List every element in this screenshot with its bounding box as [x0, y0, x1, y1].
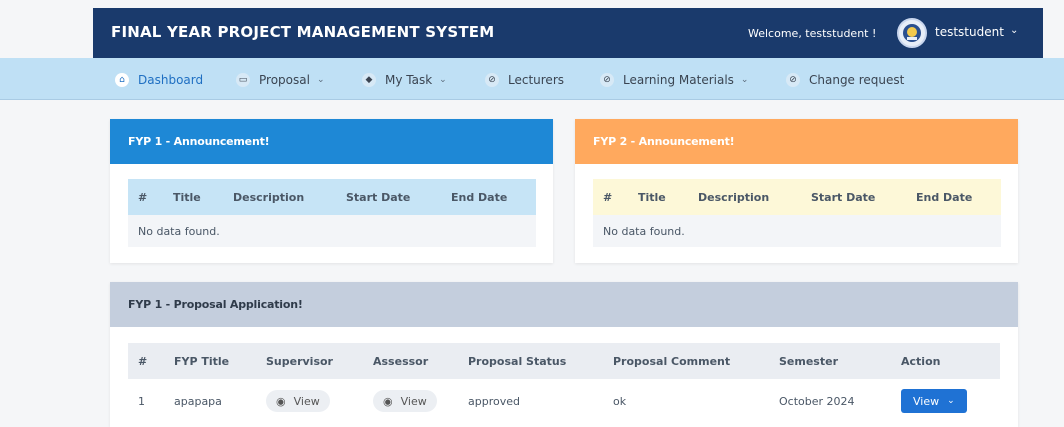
proposal-status-cell: approved — [468, 394, 520, 408]
view-supervisor-button[interactable]: ◉ View — [266, 390, 330, 412]
nav-item-label: Learning Materials — [623, 73, 734, 87]
chevron-down-icon: ⌄ — [439, 75, 447, 85]
eye-icon: ◉ — [276, 394, 286, 408]
col-header: Supervisor — [266, 354, 333, 368]
chevron-down-icon: ⌄ — [316, 75, 325, 85]
view-action-label: View — [913, 394, 940, 408]
nav-item-label: My Task — [385, 73, 433, 87]
card-title: FYP 1 - Proposal Application! — [110, 282, 1018, 327]
assessor-cell: ◉ View — [363, 379, 458, 423]
empty-message: No data found. — [603, 224, 685, 238]
action-cell: View ⌄ — [891, 379, 1000, 423]
col-header: # — [138, 190, 148, 204]
col-header: Title — [638, 190, 666, 204]
chevron-down-icon: ⌄ — [740, 75, 749, 85]
nav-item-label: Lecturers — [508, 73, 565, 87]
nav-item-label: Change request — [809, 73, 905, 87]
proposal-application-card: FYP 1 - Proposal Application! # FYP Titl… — [110, 282, 1018, 427]
col-header: FYP Title — [174, 354, 230, 368]
diamond-icon: ◆ — [362, 73, 376, 87]
supervisor-cell: ◉ View — [256, 379, 363, 423]
col-header: Description — [698, 190, 770, 204]
nav-item-learning-materials[interactable]: ⊘ Learning Materials ⌄ — [600, 71, 748, 89]
view-action-button[interactable]: View ⌄ — [901, 389, 967, 413]
col-header: Semester — [779, 354, 838, 368]
nav-item-my-task[interactable]: ◆ My Task ⌄ — [362, 71, 447, 89]
card-title: FYP 2 - Announcement! — [575, 119, 1018, 164]
table-row: 1 apapapa ◉ View ◉ View approved ok Octo… — [128, 379, 1000, 423]
table-row: No data found. — [593, 215, 1001, 247]
compass-icon: ⊘ — [786, 73, 800, 87]
app-title: FINAL YEAR PROJECT MANAGEMENT SYSTEM — [111, 23, 495, 41]
avatar-emblem-icon — [903, 24, 921, 42]
row-number: 1 — [138, 394, 145, 408]
col-header: Start Date — [811, 190, 876, 204]
nav-item-label: Proposal — [259, 73, 310, 87]
compass-icon: ⊘ — [485, 73, 499, 87]
table-row: No data found. — [128, 215, 536, 247]
view-assessor-button[interactable]: ◉ View — [373, 390, 437, 412]
card-title: FYP 1 - Announcement! — [110, 119, 553, 164]
col-header: End Date — [451, 190, 508, 204]
col-header: End Date — [916, 190, 973, 204]
col-header: # — [138, 354, 148, 368]
fyp2-announcement-card: FYP 2 - Announcement! # Title Descriptio… — [575, 119, 1018, 263]
user-menu-name[interactable]: teststudent — [935, 25, 1004, 39]
col-header: Start Date — [346, 190, 411, 204]
announcement-table: # Title Description Start Date End Date … — [128, 179, 536, 247]
table-header-row: # FYP Title Supervisor Assessor Proposal… — [128, 343, 1000, 379]
compass-icon: ⊘ — [600, 73, 614, 87]
col-header: Description — [233, 190, 305, 204]
nav-item-label: Dashboard — [138, 73, 204, 87]
chevron-down-icon: ⌄ — [947, 396, 955, 406]
view-label: View — [293, 394, 320, 408]
col-header: Assessor — [373, 354, 429, 368]
col-header: Proposal Status — [468, 354, 567, 368]
col-header: Action — [901, 354, 941, 368]
empty-message: No data found. — [138, 224, 220, 238]
nav-item-dashboard[interactable]: ⌂ Dashboard — [115, 71, 203, 89]
nav-item-lecturers[interactable]: ⊘ Lecturers — [485, 71, 564, 89]
view-label: View — [400, 394, 427, 408]
main-nav: ⌂ Dashboard ▭ Proposal ⌄ ◆ My Task ⌄ ⊘ L… — [0, 58, 1064, 100]
announcement-table: # Title Description Start Date End Date … — [593, 179, 1001, 247]
semester-cell: October 2024 — [779, 394, 855, 408]
proposal-comment-cell: ok — [613, 394, 627, 408]
top-header-bar: FINAL YEAR PROJECT MANAGEMENT SYSTEM Wel… — [93, 8, 1043, 58]
table-header-row: # Title Description Start Date End Date — [593, 179, 1001, 215]
fyp1-announcement-card: FYP 1 - Announcement! # Title Descriptio… — [110, 119, 553, 263]
table-header-row: # Title Description Start Date End Date — [128, 179, 536, 215]
home-icon: ⌂ — [115, 73, 129, 87]
user-avatar[interactable] — [897, 18, 927, 48]
document-icon: ▭ — [236, 73, 250, 87]
chevron-down-icon[interactable]: ⌄ — [1010, 25, 1018, 36]
nav-item-change-request[interactable]: ⊘ Change request — [786, 71, 904, 89]
nav-item-proposal[interactable]: ▭ Proposal ⌄ — [236, 71, 324, 89]
eye-icon: ◉ — [383, 394, 393, 408]
welcome-text: Welcome, teststudent ! — [748, 27, 877, 40]
fyp-title-cell: apapapa — [174, 394, 222, 408]
proposal-table: # FYP Title Supervisor Assessor Proposal… — [128, 343, 1000, 423]
col-header: Title — [173, 190, 201, 204]
col-header: Proposal Comment — [613, 354, 731, 368]
col-header: # — [603, 190, 613, 204]
